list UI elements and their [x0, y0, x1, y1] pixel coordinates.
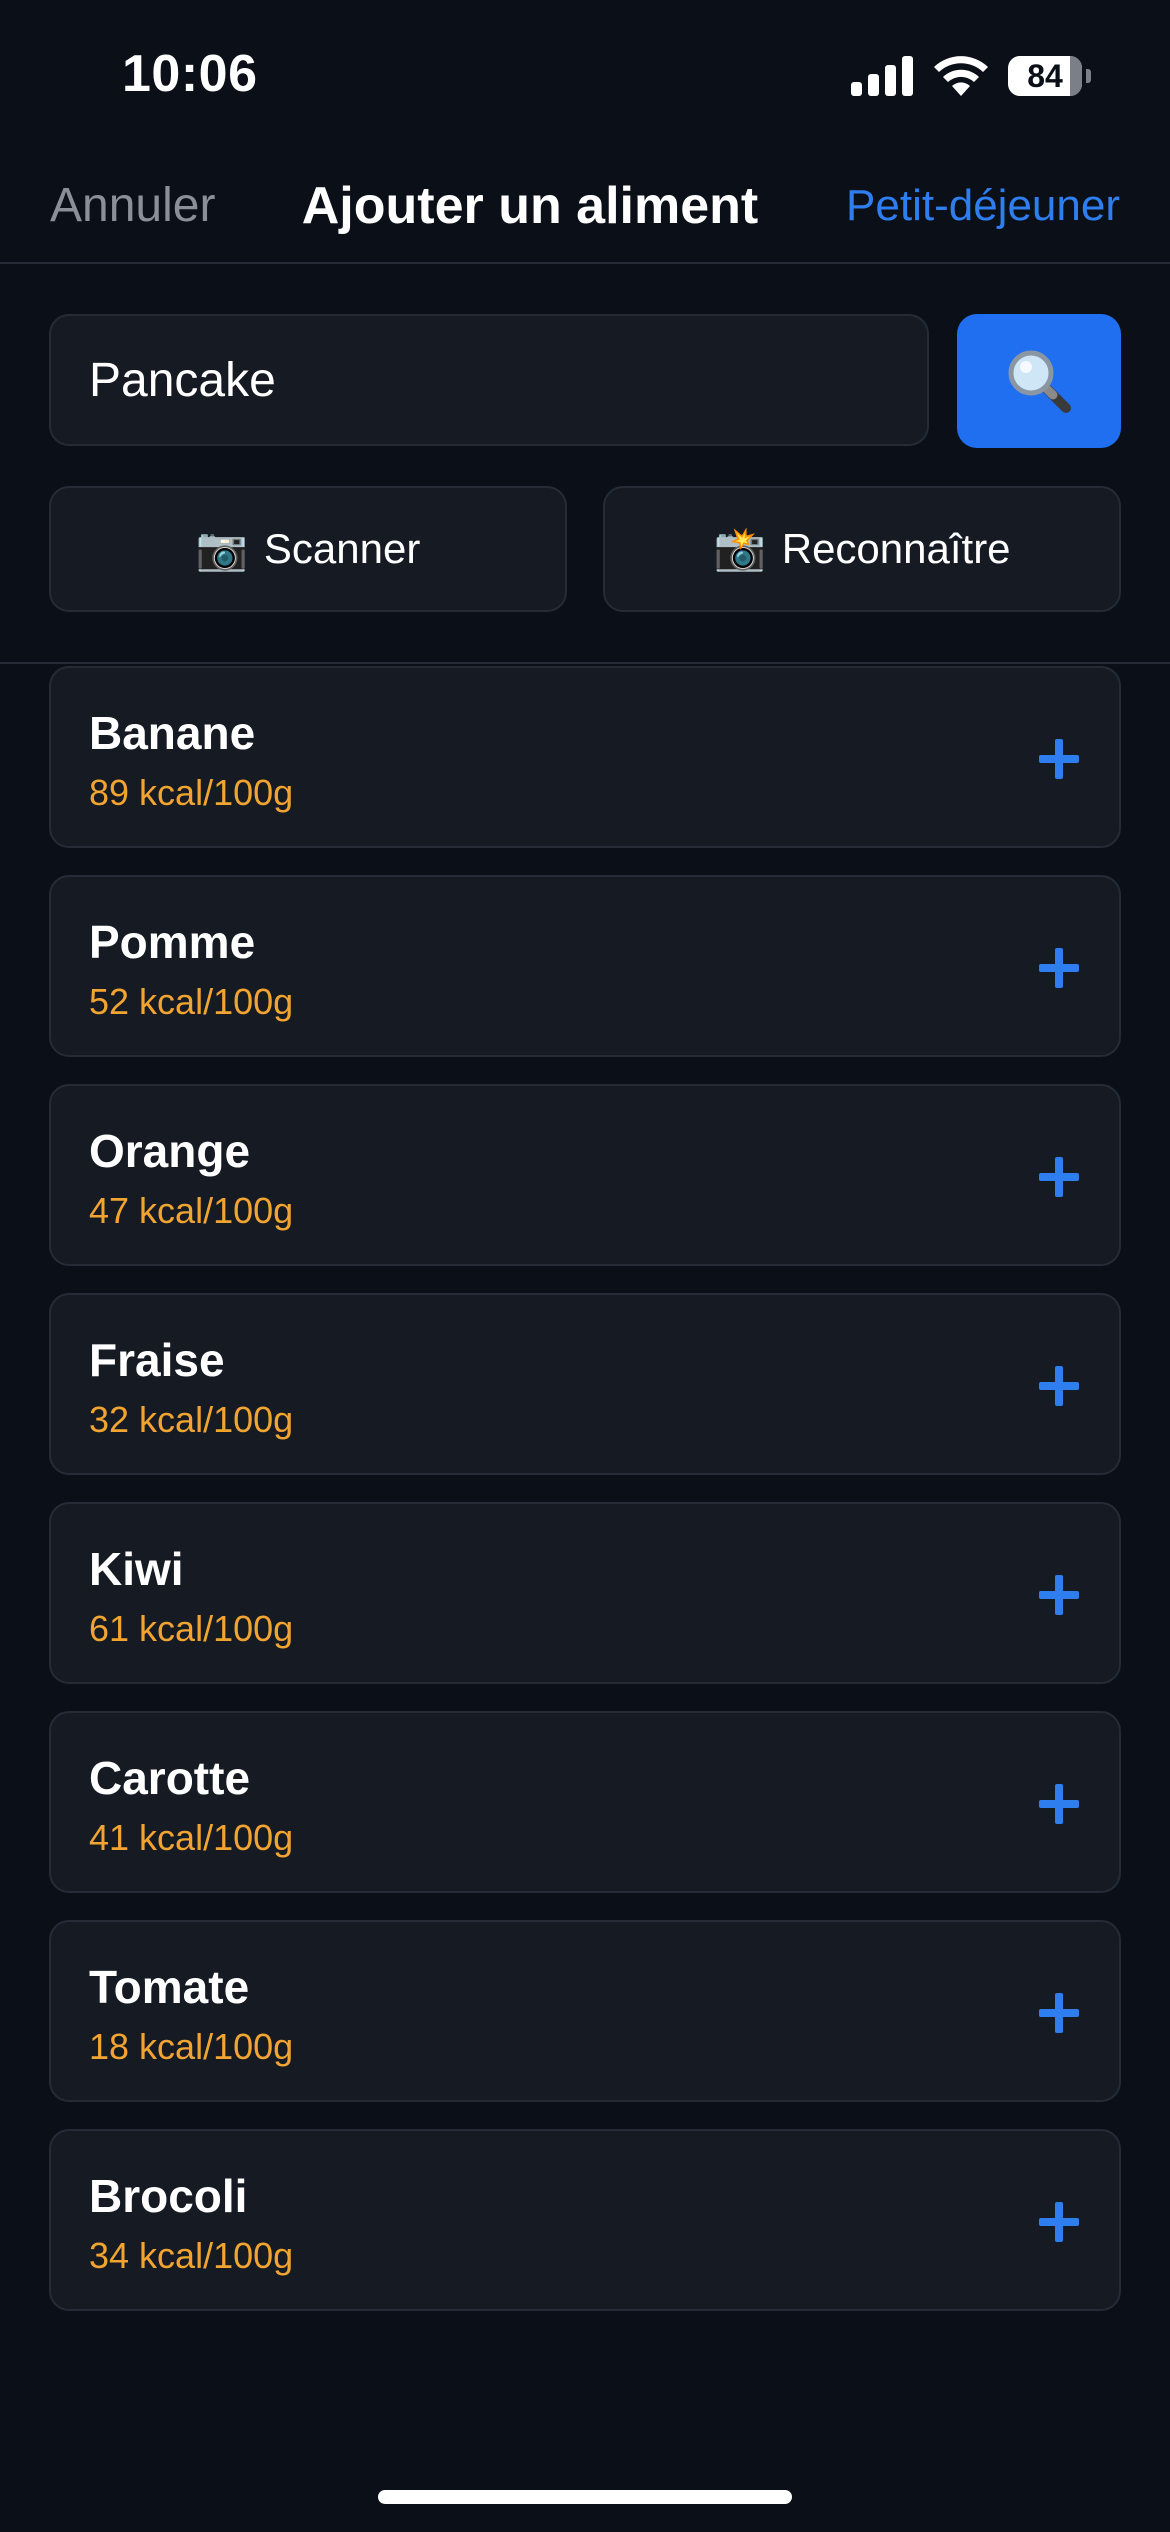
status-bar: 10:06 84 [0, 0, 1170, 150]
search-icon [1008, 350, 1071, 413]
food-item[interactable]: Fraise 32 kcal/100g [49, 1293, 1121, 1475]
food-name: Pomme [89, 916, 256, 968]
search-area: 📷 Scanner 📸 Reconnaître [0, 264, 1170, 664]
food-calories: 52 kcal/100g [89, 981, 294, 1022]
recognize-food-button[interactable]: 📸 Reconnaître [603, 486, 1121, 612]
add-icon[interactable] [1039, 1784, 1079, 1824]
add-icon[interactable] [1039, 1157, 1079, 1197]
camera-icon: 📷 [195, 524, 248, 572]
food-name: Fraise [89, 1334, 225, 1386]
status-time: 10:06 [122, 45, 258, 103]
food-item[interactable]: Tomate 18 kcal/100g [49, 1920, 1121, 2102]
food-calories: 34 kcal/100g [89, 2235, 294, 2276]
food-calories: 41 kcal/100g [89, 1817, 294, 1858]
scan-barcode-button[interactable]: 📷 Scanner [49, 486, 567, 612]
home-indicator[interactable] [378, 2490, 792, 2504]
food-calories: 61 kcal/100g [89, 1608, 294, 1649]
food-name: Tomate [89, 1961, 250, 2013]
food-calories: 18 kcal/100g [89, 2026, 294, 2067]
add-icon[interactable] [1039, 2202, 1079, 2242]
add-icon[interactable] [1039, 948, 1079, 988]
add-icon[interactable] [1039, 1993, 1079, 2033]
food-item[interactable]: Kiwi 61 kcal/100g [49, 1502, 1121, 1684]
food-name: Kiwi [89, 1543, 184, 1595]
food-calories: 89 kcal/100g [89, 772, 294, 813]
add-icon[interactable] [1039, 1366, 1079, 1406]
camera-flash-icon: 📸 [713, 524, 766, 572]
search-input[interactable] [49, 314, 929, 446]
food-calories: 47 kcal/100g [89, 1190, 294, 1231]
navigation-bar: Annuler Ajouter un aliment Petit-déjeune… [0, 150, 1170, 264]
add-icon[interactable] [1039, 1575, 1079, 1615]
food-name: Orange [89, 1125, 251, 1177]
food-item[interactable]: Banane 89 kcal/100g [49, 666, 1121, 848]
food-list: Banane 89 kcal/100g Pomme 52 kcal/100g O… [49, 666, 1121, 2338]
food-item[interactable]: Pomme 52 kcal/100g [49, 875, 1121, 1057]
meal-selector-button[interactable]: Petit-déjeuner [846, 150, 1120, 262]
food-name: Brocoli [89, 2170, 248, 2222]
food-name: Carotte [89, 1752, 251, 1804]
food-calories: 32 kcal/100g [89, 1399, 294, 1440]
search-button[interactable] [957, 314, 1121, 448]
wifi-icon [934, 56, 988, 96]
food-item[interactable]: Brocoli 34 kcal/100g [49, 2129, 1121, 2311]
food-item[interactable]: Orange 47 kcal/100g [49, 1084, 1121, 1266]
add-icon[interactable] [1039, 739, 1079, 779]
battery-indicator: 84 [1008, 56, 1091, 96]
food-item[interactable]: Carotte 41 kcal/100g [49, 1711, 1121, 1893]
recognize-button-label: Reconnaître [781, 525, 1011, 572]
scan-button-label: Scanner [263, 525, 421, 572]
cellular-signal-icon [851, 56, 913, 96]
battery-level: 84 [1027, 58, 1063, 94]
food-name: Banane [89, 707, 256, 759]
